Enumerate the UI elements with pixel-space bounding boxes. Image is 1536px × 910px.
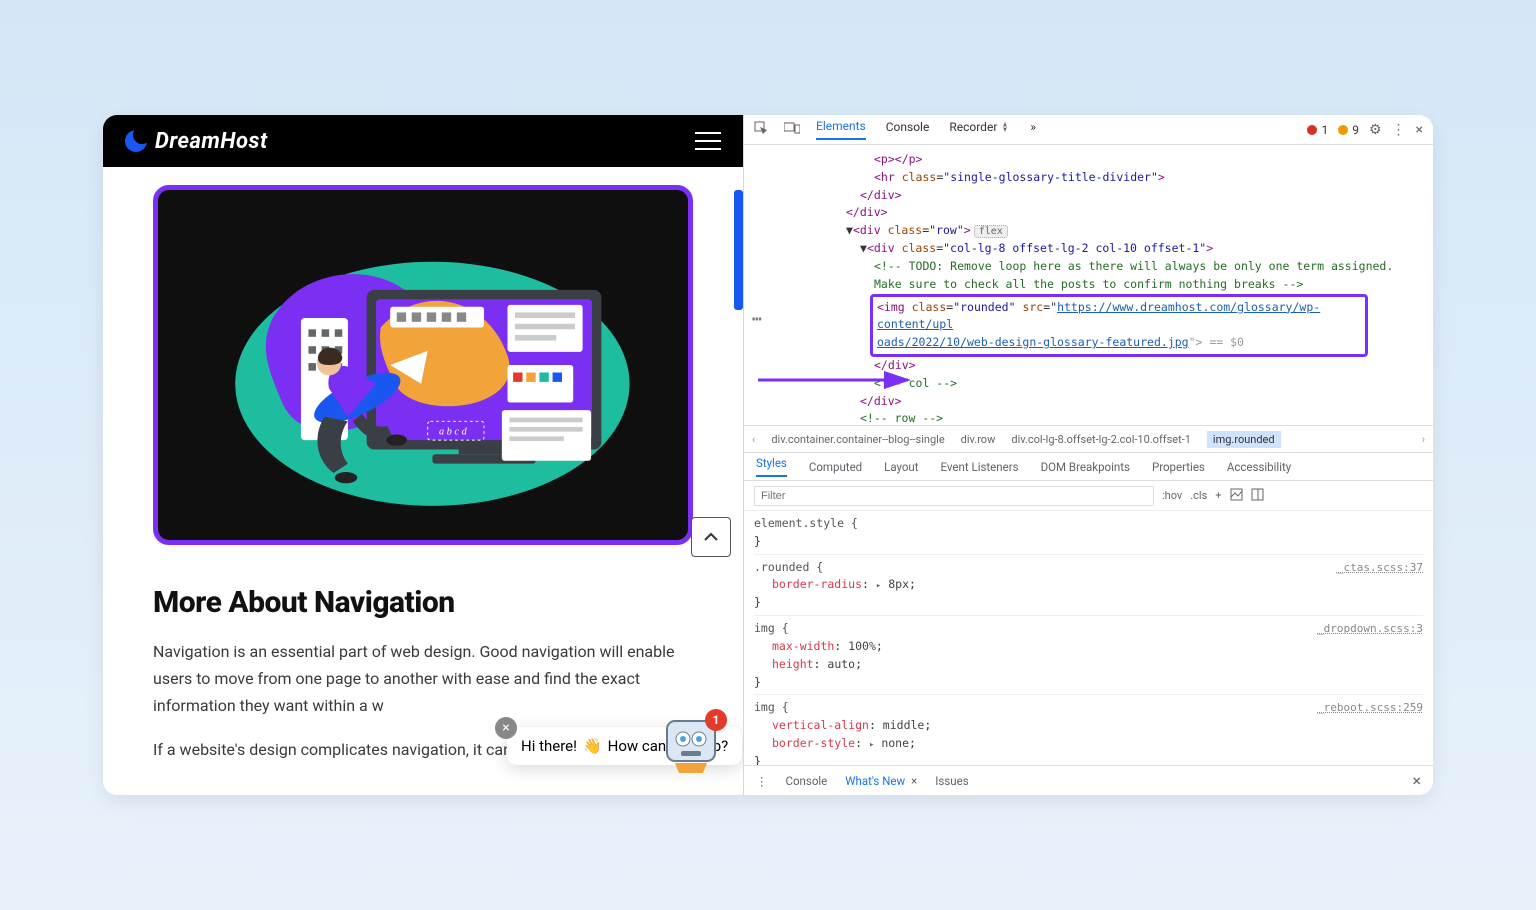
subtab-accessibility[interactable]: Accessibility [1227, 460, 1291, 474]
devtools-panel: Elements Console Recorder » 1 9 ⚙ ⋮ × ⋯ … [743, 115, 1433, 795]
hov-toggle[interactable]: :hov [1162, 489, 1182, 502]
wave-icon: 👋 [583, 737, 602, 755]
styles-rules[interactable]: element.style {}_ctas.scss:37.rounded {b… [744, 511, 1433, 765]
new-style-rule-icon[interactable]: + [1215, 489, 1221, 502]
highlighted-dom-node[interactable]: <img class="rounded" src="https://www.dr… [870, 294, 1368, 357]
flex-badge[interactable]: flex [974, 225, 1008, 238]
more-icon[interactable]: ⋮ [756, 774, 768, 788]
close-tab-icon[interactable]: × [911, 774, 917, 788]
close-icon[interactable]: × [495, 717, 517, 739]
settings-icon[interactable]: ⚙ [1369, 122, 1382, 138]
styles-filter-bar: :hov .cls + [744, 481, 1433, 511]
cls-toggle[interactable]: .cls [1190, 489, 1207, 502]
svg-text:a b c d: a b c d [439, 426, 468, 437]
panel-layout-icon[interactable] [1251, 488, 1264, 504]
computed-toggle-icon[interactable] [1230, 488, 1243, 504]
brand-logo[interactable]: DreamHost [125, 129, 268, 154]
device-toggle-icon[interactable] [784, 122, 800, 138]
tabs-overflow-icon[interactable]: » [1030, 120, 1036, 139]
page-scrollbar[interactable] [734, 190, 743, 310]
subtab-properties[interactable]: Properties [1152, 460, 1205, 474]
brand-text: DreamHost [155, 129, 268, 154]
chat-avatar[interactable]: 1 [661, 715, 721, 775]
subtab-styles[interactable]: Styles [756, 456, 787, 477]
close-icon[interactable]: × [1416, 122, 1423, 138]
styles-subtabs: Styles Computed Layout Event Listeners D… [744, 453, 1433, 481]
dom-breadcrumbs[interactable]: ‹ div.container.container--blog--single … [744, 425, 1433, 453]
subtab-event-listeners[interactable]: Event Listeners [941, 460, 1019, 474]
article-heading: More About Navigation [153, 585, 693, 620]
hamburger-menu-icon[interactable] [695, 132, 721, 150]
notification-badge: 1 [705, 709, 727, 731]
devtools-drawer: ⋮ Console What's New × Issues × [744, 765, 1433, 795]
warnings-badge[interactable]: 9 [1338, 123, 1359, 137]
drawer-tab-issues[interactable]: Issues [935, 774, 968, 788]
article-paragraph: Navigation is an essential part of web d… [153, 638, 693, 720]
dom-tree[interactable]: ⋯ <p></p> <hr class="single-glossary-tit… [744, 145, 1433, 425]
tab-elements[interactable]: Elements [816, 119, 866, 140]
inspect-icon[interactable] [754, 121, 768, 139]
styles-filter-input[interactable] [754, 486, 1154, 506]
chevron-right-icon[interactable]: › [1422, 433, 1425, 446]
drawer-tab-whats-new[interactable]: What's New [845, 774, 905, 788]
close-drawer-icon[interactable]: × [1412, 771, 1421, 790]
hero-illustration: a b c d [164, 196, 682, 534]
errors-badge[interactable]: 1 [1307, 123, 1328, 137]
subtab-dom-breakpoints[interactable]: DOM Breakpoints [1041, 460, 1130, 474]
site-header: DreamHost [103, 115, 743, 167]
dom-collapsed-icon[interactable]: ⋯ [752, 307, 762, 332]
scroll-to-top-button[interactable] [691, 517, 731, 557]
hero-image: a b c d [153, 185, 693, 545]
subtab-layout[interactable]: Layout [884, 460, 918, 474]
subtab-computed[interactable]: Computed [809, 460, 862, 474]
brand-mark-icon [125, 130, 147, 152]
tab-recorder[interactable]: Recorder [949, 120, 1010, 139]
drawer-tab-console[interactable]: Console [786, 774, 828, 788]
more-icon[interactable]: ⋮ [1392, 122, 1406, 138]
tab-console[interactable]: Console [886, 120, 930, 139]
devtools-toolbar: Elements Console Recorder » 1 9 ⚙ ⋮ × [744, 115, 1433, 145]
chevron-up-icon [702, 528, 720, 546]
chevron-left-icon[interactable]: ‹ [752, 433, 755, 446]
website-pane: DreamHost [103, 115, 743, 795]
